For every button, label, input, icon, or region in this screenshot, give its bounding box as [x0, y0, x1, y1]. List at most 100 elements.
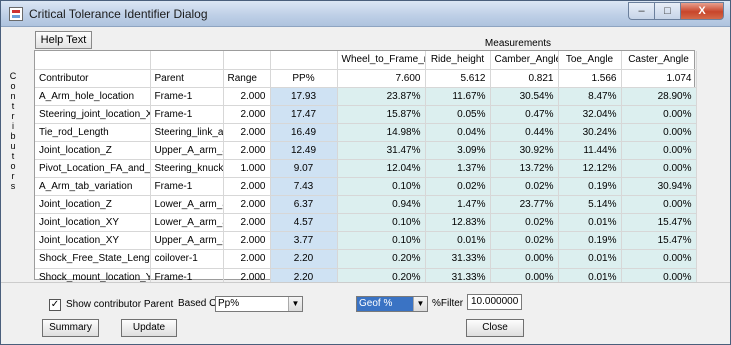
pp-cell[interactable]: 7.43 — [270, 177, 338, 197]
column-header[interactable]: Parent — [150, 69, 224, 88]
measure-cell[interactable]: 8.47% — [558, 87, 622, 106]
maximize-button[interactable]: □ — [654, 2, 680, 20]
measure-cell[interactable]: 13.72% — [490, 159, 559, 179]
table-row[interactable]: Pivot_Location_FA_and_CCSteering_knuckl.… — [35, 159, 697, 179]
pp-cell[interactable]: 6.37 — [270, 195, 338, 215]
pp-cell[interactable]: 4.57 — [270, 213, 338, 233]
measure-cell[interactable]: 0.19% — [558, 177, 622, 197]
measure-cell[interactable]: 5.14% — [558, 195, 622, 215]
measure-cell[interactable]: 0.00% — [621, 159, 697, 179]
measure-cell[interactable]: 0.10% — [337, 231, 426, 251]
measure-cell[interactable]: 30.92% — [490, 141, 559, 160]
pp-cell[interactable]: 17.47 — [270, 105, 338, 124]
measure-cell[interactable]: 15.47% — [621, 213, 697, 233]
table-row[interactable]: Steering_joint_location_XZ Frame-1 2.000 17… — [35, 105, 697, 124]
summary-button[interactable]: Summary — [42, 319, 99, 337]
measure-cell[interactable]: 15.47% — [621, 231, 697, 251]
measure-cell[interactable]: 11.67% — [425, 87, 491, 106]
pp-cell[interactable]: 3.77 — [270, 231, 338, 251]
pp-cell[interactable]: 12.49 — [270, 141, 338, 160]
measure-cell[interactable]: 32.04% — [558, 105, 622, 124]
table-row[interactable]: Joint_location_ZLower_A_arm_a...2.0006.3… — [35, 195, 697, 215]
pp-cell[interactable]: 9.07 — [270, 159, 338, 179]
range-cell[interactable]: 2.000 — [223, 195, 271, 215]
measure-cell[interactable]: 0.10% — [337, 213, 426, 233]
measure-cell[interactable]: 0.94% — [337, 195, 426, 215]
measure-cell[interactable]: 0.00% — [621, 123, 697, 142]
range-cell[interactable]: 2.000 — [223, 105, 271, 124]
geof-select[interactable]: Geof % ▼ — [356, 296, 428, 312]
range-cell[interactable]: 2.000 — [223, 231, 271, 251]
measure-cell[interactable]: 14.98% — [337, 123, 426, 142]
table-row[interactable]: Tie_rod_LengthSteering_link_as...2.00016… — [35, 123, 697, 142]
measure-cell[interactable]: 0.20% — [337, 249, 426, 269]
table-row[interactable]: Shock_Free_State_Length coilover-1 2.000 2.… — [35, 249, 697, 269]
measure-cell[interactable]: 0.01% — [558, 249, 622, 269]
measure-cell[interactable]: 0.10% — [337, 177, 426, 197]
measure-cell[interactable]: 12.83% — [425, 213, 491, 233]
measure-cell[interactable]: 30.94% — [621, 177, 697, 197]
measure-cell[interactable]: 1.37% — [425, 159, 491, 179]
measure-cell[interactable]: 0.04% — [425, 123, 491, 142]
measure-cell[interactable]: 23.87% — [337, 87, 426, 106]
measure-cell[interactable]: 0.01% — [425, 231, 491, 251]
range-cell[interactable]: 2.000 — [223, 177, 271, 197]
measure-cell[interactable]: 0.05% — [425, 105, 491, 124]
close-button[interactable]: Close — [466, 319, 524, 337]
table-row[interactable]: A_Arm_hole_location Frame-1 2.000 17.93 23.8… — [35, 87, 697, 106]
title-bar[interactable]: Critical Tolerance Identifier Dialog – □… — [1, 1, 730, 27]
contributor-cell[interactable]: Shock_Free_State_Length — [35, 249, 151, 269]
parent-cell[interactable]: Upper_A_arm_a... — [150, 231, 224, 251]
column-header[interactable]: PP% — [270, 69, 338, 88]
contributor-cell[interactable]: Joint_location_Z — [35, 195, 151, 215]
range-cell[interactable]: 2.000 — [223, 213, 271, 233]
parent-cell[interactable]: Lower_A_arm_a... — [150, 195, 224, 215]
contributor-cell[interactable]: A_Arm_hole_location — [35, 87, 151, 106]
table-row[interactable]: Joint_location_ZUpper_A_arm_a...2.00012.… — [35, 141, 697, 160]
show-parent-checkbox[interactable]: ✓ — [49, 299, 61, 311]
minimize-button[interactable]: – — [628, 2, 654, 20]
column-header[interactable]: Wheel_to_Frame_rail — [337, 51, 426, 70]
contributor-cell[interactable]: Joint_location_Z — [35, 141, 151, 160]
measure-cell[interactable]: 0.00% — [621, 249, 697, 269]
measure-cell[interactable]: 15.87% — [337, 105, 426, 124]
measure-cell[interactable]: 0.00% — [621, 195, 697, 215]
parent-cell[interactable]: Frame-1 — [150, 177, 224, 197]
based-on-select[interactable]: Pp% ▼ — [215, 296, 303, 312]
contributor-cell[interactable]: Steering_joint_location_XZ — [35, 105, 151, 124]
contributor-cell[interactable]: Pivot_Location_FA_and_CC — [35, 159, 151, 179]
close-window-button[interactable]: X — [680, 2, 724, 20]
measure-cell[interactable]: 0.19% — [558, 231, 622, 251]
column-header[interactable]: Range — [223, 69, 271, 88]
contributor-cell[interactable]: Tie_rod_Length — [35, 123, 151, 142]
measure-cell[interactable]: 28.90% — [621, 87, 697, 106]
measure-cell[interactable]: 31.47% — [337, 141, 426, 160]
filter-input[interactable]: 10.000000 — [467, 294, 522, 310]
column-header[interactable]: Contributor — [35, 69, 151, 88]
measure-cell[interactable]: 0.00% — [490, 249, 559, 269]
measure-cell[interactable]: 0.47% — [490, 105, 559, 124]
measure-cell[interactable]: 30.54% — [490, 87, 559, 106]
contributor-cell[interactable]: Joint_location_XY — [35, 231, 151, 251]
measure-cell[interactable]: 23.77% — [490, 195, 559, 215]
measure-cell[interactable]: 1.47% — [425, 195, 491, 215]
measure-cell[interactable]: 0.01% — [558, 213, 622, 233]
column-header[interactable]: Camber_Angle — [490, 51, 559, 70]
contributor-cell[interactable]: Joint_location_XY — [35, 213, 151, 233]
parent-cell[interactable]: Steering_knuckl... — [150, 159, 224, 179]
measure-cell[interactable]: 0.02% — [425, 177, 491, 197]
table-row[interactable]: Joint_location_XYLower_A_arm_a...2.0004.… — [35, 213, 697, 233]
parent-cell[interactable]: Frame-1 — [150, 105, 224, 124]
pp-cell[interactable]: 17.93 — [270, 87, 338, 106]
range-cell[interactable]: 2.000 — [223, 123, 271, 142]
measure-cell[interactable]: 0.44% — [490, 123, 559, 142]
measure-cell[interactable]: 0.00% — [621, 105, 697, 124]
range-cell[interactable]: 1.000 — [223, 159, 271, 179]
measure-cell[interactable]: 11.44% — [558, 141, 622, 160]
measure-cell[interactable]: 12.12% — [558, 159, 622, 179]
range-cell[interactable]: 2.000 — [223, 249, 271, 269]
range-cell[interactable]: 2.000 — [223, 141, 271, 160]
measure-cell[interactable]: 0.02% — [490, 231, 559, 251]
parent-cell[interactable]: Frame-1 — [150, 87, 224, 106]
contributor-cell[interactable]: A_Arm_tab_variation — [35, 177, 151, 197]
